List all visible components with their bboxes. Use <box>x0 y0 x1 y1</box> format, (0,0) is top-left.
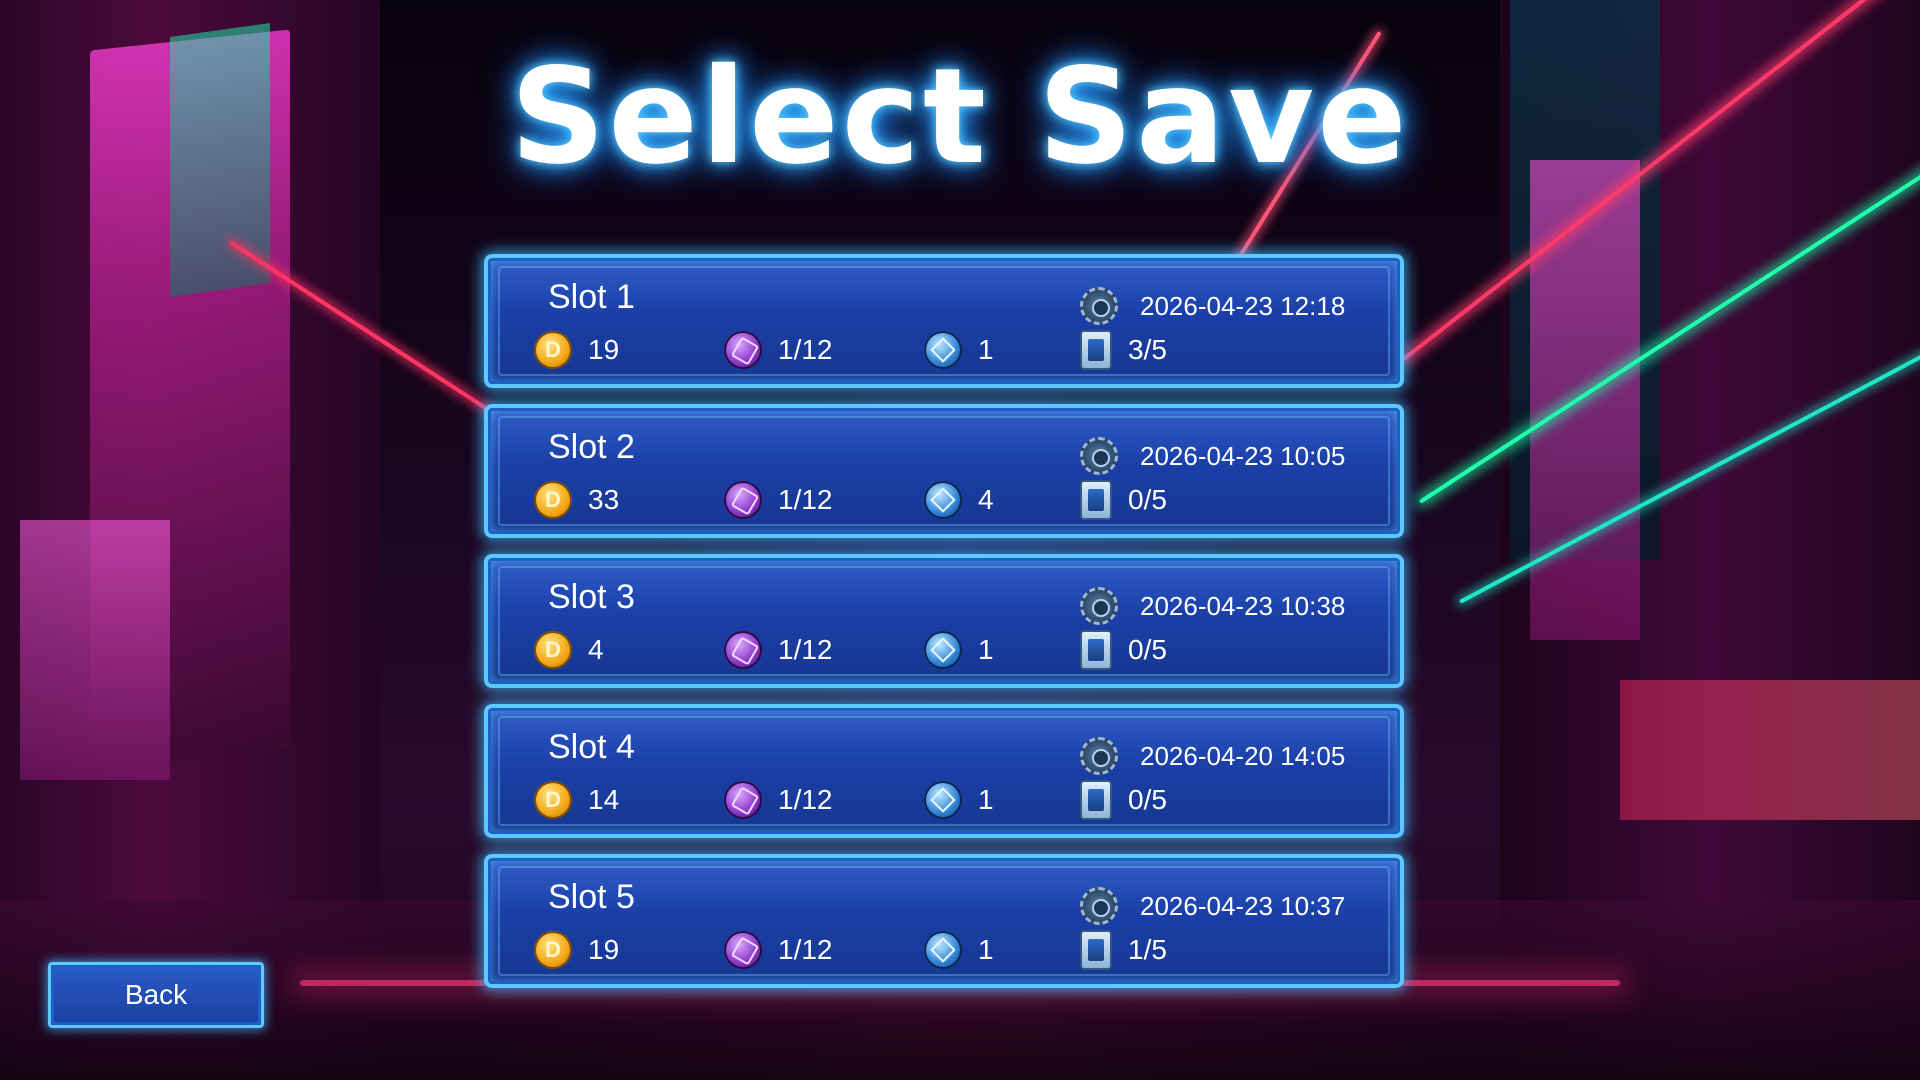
back-button[interactable]: Back <box>48 962 264 1028</box>
coin-icon: D <box>534 631 572 669</box>
coins-value: 4 <box>588 634 604 665</box>
slot-orbs: 1 <box>924 930 994 970</box>
slot-date-row: 2026-04-23 12:18 <box>1080 286 1345 326</box>
card-icon <box>1080 930 1112 970</box>
card-icon <box>1080 330 1112 370</box>
coin-icon: D <box>534 781 572 819</box>
gear-clock-icon <box>1080 437 1118 475</box>
slot-gems: 1/12 <box>724 780 833 820</box>
blue-orb-icon <box>924 781 962 819</box>
slot-orbs: 4 <box>924 480 994 520</box>
gear-clock-icon <box>1080 887 1118 925</box>
slot-coins: D 14 <box>534 780 619 820</box>
coin-icon: D <box>534 331 572 369</box>
page-title: Select Save <box>510 40 1410 194</box>
gear-clock-icon <box>1080 737 1118 775</box>
background-neon-sign <box>20 520 170 780</box>
save-slot-list: Slot 1 2026-04-23 12:18 D 19 1/12 1 3/5 <box>484 254 1404 1004</box>
save-slot-5[interactable]: Slot 5 2026-04-23 10:37 D 19 1/12 1 1/5 <box>484 854 1404 988</box>
coins-value: 14 <box>588 784 620 815</box>
background-neon-sign <box>1530 160 1640 640</box>
blue-orb-icon <box>924 481 962 519</box>
slot-name: Slot 1 <box>548 278 635 316</box>
gems-value: 1/12 <box>778 934 833 965</box>
purple-gem-icon <box>724 481 762 519</box>
slot-coins: D 19 <box>534 330 619 370</box>
slot-cards: 1/5 <box>1080 930 1167 970</box>
slot-date: 2026-04-23 10:05 <box>1140 440 1346 471</box>
coins-value: 19 <box>588 334 620 365</box>
slot-date: 2026-04-23 10:37 <box>1140 890 1346 921</box>
orbs-value: 4 <box>978 484 994 515</box>
purple-gem-icon <box>724 331 762 369</box>
slot-date-row: 2026-04-23 10:38 <box>1080 586 1345 626</box>
save-slot-1[interactable]: Slot 1 2026-04-23 12:18 D 19 1/12 1 3/5 <box>484 254 1404 388</box>
background-laser <box>1418 151 1920 504</box>
slot-date: 2026-04-20 14:05 <box>1140 740 1346 771</box>
gems-value: 1/12 <box>778 784 833 815</box>
orbs-value: 1 <box>978 934 994 965</box>
orbs-value: 1 <box>978 634 994 665</box>
save-slot-4[interactable]: Slot 4 2026-04-20 14:05 D 14 1/12 1 0/5 <box>484 704 1404 838</box>
coins-value: 33 <box>588 484 620 515</box>
gems-value: 1/12 <box>778 484 833 515</box>
save-slot-2[interactable]: Slot 2 2026-04-23 10:05 D 33 1/12 4 0/5 <box>484 404 1404 538</box>
slot-cards: 0/5 <box>1080 780 1167 820</box>
slot-name: Slot 2 <box>548 428 635 466</box>
slot-name: Slot 3 <box>548 578 635 616</box>
slot-gems: 1/12 <box>724 330 833 370</box>
cards-value: 0/5 <box>1128 484 1167 515</box>
purple-gem-icon <box>724 631 762 669</box>
background-laser <box>1459 337 1920 604</box>
slot-gems: 1/12 <box>724 930 833 970</box>
coins-value: 19 <box>588 934 620 965</box>
slot-date: 2026-04-23 10:38 <box>1140 590 1346 621</box>
cards-value: 3/5 <box>1128 334 1167 365</box>
card-icon <box>1080 630 1112 670</box>
orbs-value: 1 <box>978 334 994 365</box>
cards-value: 0/5 <box>1128 634 1167 665</box>
orbs-value: 1 <box>978 784 994 815</box>
purple-gem-icon <box>724 781 762 819</box>
slot-date-row: 2026-04-23 10:37 <box>1080 886 1345 926</box>
card-icon <box>1080 480 1112 520</box>
game-screen: Select Save Slot 1 2026-04-23 12:18 D 19… <box>0 0 1920 1080</box>
slot-name: Slot 4 <box>548 728 635 766</box>
gear-clock-icon <box>1080 287 1118 325</box>
slot-cards: 3/5 <box>1080 330 1167 370</box>
save-slot-3[interactable]: Slot 3 2026-04-23 10:38 D 4 1/12 1 0/5 <box>484 554 1404 688</box>
slot-orbs: 1 <box>924 630 994 670</box>
coin-icon: D <box>534 481 572 519</box>
slot-date-row: 2026-04-20 14:05 <box>1080 736 1345 776</box>
slot-orbs: 1 <box>924 780 994 820</box>
slot-name: Slot 5 <box>548 878 635 916</box>
slot-coins: D 4 <box>534 630 604 670</box>
cards-value: 0/5 <box>1128 784 1167 815</box>
slot-coins: D 33 <box>534 480 619 520</box>
slot-orbs: 1 <box>924 330 994 370</box>
cards-value: 1/5 <box>1128 934 1167 965</box>
slot-date-row: 2026-04-23 10:05 <box>1080 436 1345 476</box>
gear-clock-icon <box>1080 587 1118 625</box>
slot-cards: 0/5 <box>1080 480 1167 520</box>
gems-value: 1/12 <box>778 334 833 365</box>
purple-gem-icon <box>724 931 762 969</box>
blue-orb-icon <box>924 331 962 369</box>
coin-icon: D <box>534 931 572 969</box>
blue-orb-icon <box>924 631 962 669</box>
card-icon <box>1080 780 1112 820</box>
slot-date: 2026-04-23 12:18 <box>1140 290 1346 321</box>
background-neon-sign <box>1620 680 1920 820</box>
slot-coins: D 19 <box>534 930 619 970</box>
blue-orb-icon <box>924 931 962 969</box>
gems-value: 1/12 <box>778 634 833 665</box>
slot-gems: 1/12 <box>724 630 833 670</box>
slot-cards: 0/5 <box>1080 630 1167 670</box>
slot-gems: 1/12 <box>724 480 833 520</box>
